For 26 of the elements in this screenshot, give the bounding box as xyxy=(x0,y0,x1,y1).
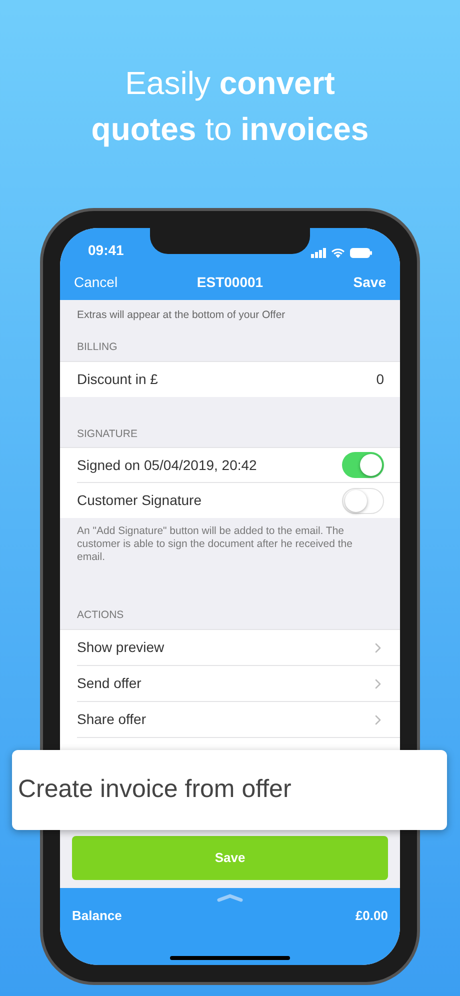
headline: Easily convert xyxy=(125,64,335,103)
signal-icon xyxy=(311,248,326,258)
toggle-switch[interactable] xyxy=(342,452,384,478)
balance-label: Balance xyxy=(72,907,123,925)
row-label: Customer Signature xyxy=(77,491,203,510)
section-header: ACTIONS xyxy=(76,608,125,624)
balance-amount: £0.00 xyxy=(355,907,388,925)
section-footer: An "Add Signature" button will be added to the email. The customer is able to sign the document after he received the email. xyxy=(60,518,400,564)
row-value: 0 xyxy=(376,370,384,388)
row-label: Signed on 05/04/2019, 20:42 xyxy=(77,456,258,475)
action-row[interactable]: Share offer xyxy=(60,702,400,738)
section-header: SIGNATURE xyxy=(76,426,138,442)
battery-icon xyxy=(350,248,372,258)
action-row[interactable]: Show preview xyxy=(60,630,400,666)
status-time: 09:41 xyxy=(88,241,124,260)
note-text: Extras will appear at the bottom of your Offer xyxy=(76,308,286,323)
callout-text: Create invoice from offer xyxy=(18,774,292,806)
section-header: BILLING xyxy=(76,340,118,355)
form-row[interactable]: Discount in £ 0 xyxy=(60,362,400,396)
wifi-icon xyxy=(331,248,345,258)
nav-title: EST00001 xyxy=(196,273,264,292)
row-label: Discount in £ xyxy=(77,370,159,388)
headline: quotes to invoices xyxy=(91,110,369,149)
handle-icon[interactable] xyxy=(217,894,243,902)
toggle-switch[interactable] xyxy=(342,488,384,514)
action-row[interactable]: Send offer xyxy=(60,666,400,702)
